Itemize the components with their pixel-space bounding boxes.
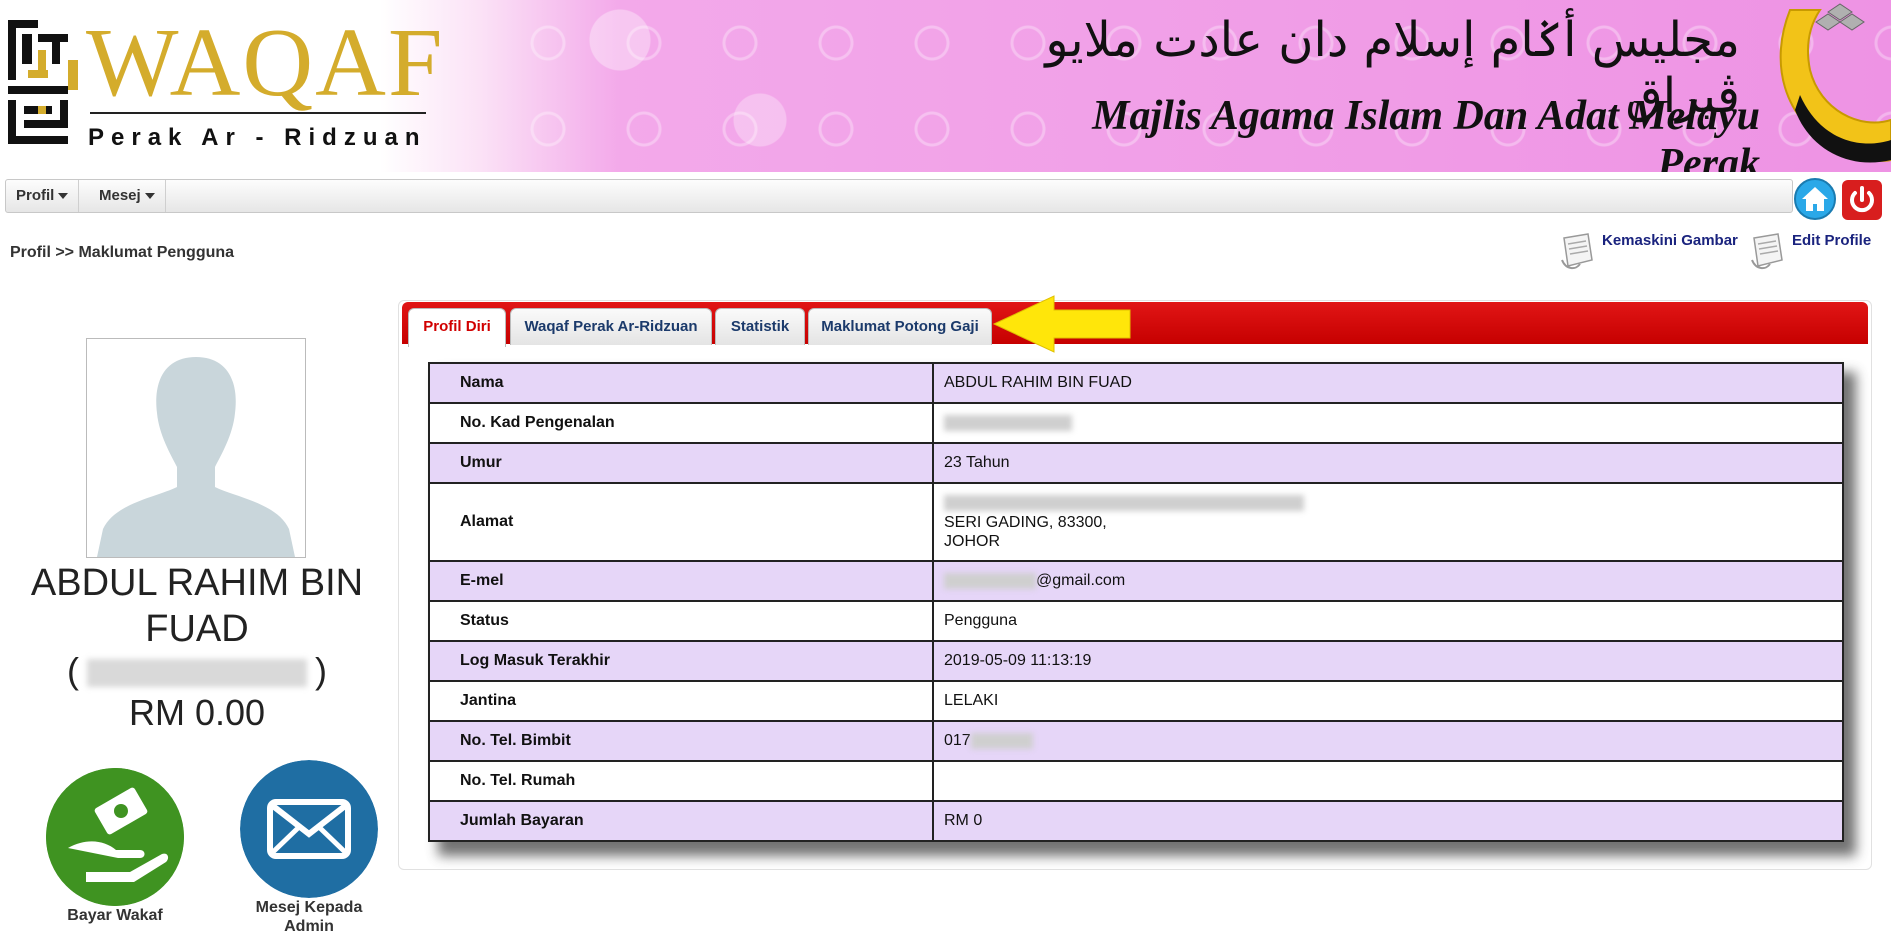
row-label: Jumlah Bayaran: [428, 800, 934, 842]
address-line: JOHOR: [944, 532, 1000, 550]
pay-wakaf-label[interactable]: Bayar Wakaf: [40, 906, 190, 925]
row-label: Log Masuk Terakhir: [428, 640, 934, 682]
row-value: @gmail.com: [932, 560, 1844, 602]
document-icon: [1751, 233, 1783, 270]
table-row: No. Tel. Bimbit 017: [428, 720, 1844, 762]
home-button[interactable]: [1794, 178, 1836, 220]
profile-id-open: (: [67, 650, 79, 691]
logout-button[interactable]: [1842, 180, 1882, 220]
waqaf-logo-icon: [8, 20, 78, 144]
row-label: No. Tel. Rumah: [428, 760, 934, 802]
menu-profil-label: Profil: [16, 187, 55, 204]
perak-emblem-icon: [1779, 3, 1891, 163]
redacted-id: [87, 659, 307, 688]
tab-waqaf-perak[interactable]: Waqaf Perak Ar-Ridzuan: [510, 308, 712, 345]
edit-profile-link[interactable]: Edit Profile: [1792, 232, 1871, 249]
row-label: Status: [428, 600, 934, 642]
tab-statistik[interactable]: Statistik: [715, 308, 805, 345]
profile-details-table: Nama ABDUL RAHIM BIN FUAD No. Kad Pengen…: [428, 362, 1844, 842]
profile-id: (): [0, 650, 394, 692]
tab-profil-diri[interactable]: Profil Diri: [408, 308, 506, 347]
envelope-icon: [240, 760, 378, 898]
row-value: RM 0: [932, 800, 1844, 842]
row-label: No. Kad Pengenalan: [428, 402, 934, 444]
avatar-icon: [87, 339, 305, 557]
row-label: No. Tel. Bimbit: [428, 720, 934, 762]
header-banner: WAQAF Perak Ar - Ridzuan مجليس أݢام إسلا…: [0, 0, 1891, 172]
row-label: Umur: [428, 442, 934, 484]
redacted-email: [944, 572, 1036, 589]
row-value: 23 Tahun: [932, 442, 1844, 484]
table-row: Umur 23 Tahun: [428, 442, 1844, 484]
menu-mesej[interactable]: Mesej: [89, 180, 166, 212]
chevron-down-icon: [58, 193, 69, 200]
breadcrumb: Profil >> Maklumat Pengguna: [10, 244, 235, 261]
table-row: E-mel @gmail.com: [428, 560, 1844, 602]
menu-profil[interactable]: Profil: [6, 180, 80, 212]
menu-bar: Profil Mesej: [5, 179, 1793, 213]
phone-prefix: 017: [944, 732, 971, 749]
row-label: E-mel: [428, 560, 934, 602]
table-row: Alamat SERI GADING, 83300, JOHOR: [428, 482, 1844, 562]
logo-subtitle: Perak Ar - Ridzuan: [88, 124, 427, 151]
organization-name: Majlis Agama Islam Dan Adat Melayu Perak: [1092, 93, 1760, 172]
redacted-phone: [970, 732, 1033, 749]
row-label: Nama: [428, 362, 934, 404]
redacted-ic-number: [944, 414, 1072, 431]
row-label: Alamat: [428, 482, 934, 562]
yellow-arrow-icon: [992, 295, 1131, 353]
row-value: SERI GADING, 83300, JOHOR: [932, 482, 1844, 562]
table-row: Jumlah Bayaran RM 0: [428, 800, 1844, 842]
row-value: 2019-05-09 11:13:19: [932, 640, 1844, 682]
logo-text: WAQAF: [86, 9, 445, 117]
table-row: Status Pengguna: [428, 600, 1844, 642]
table-row: No. Kad Pengenalan: [428, 402, 1844, 444]
pay-wakaf-button[interactable]: [46, 768, 184, 906]
row-value: 017: [932, 720, 1844, 762]
logo-divider: [90, 112, 426, 114]
update-photo-link[interactable]: Kemaskini Gambar: [1602, 232, 1738, 249]
profile-photo: [86, 338, 306, 558]
row-value: [932, 760, 1844, 802]
message-admin-label[interactable]: Mesej Kepada Admin: [234, 898, 384, 936]
row-value: LELAKI: [932, 680, 1844, 722]
row-value: ABDUL RAHIM BIN FUAD: [932, 362, 1844, 404]
row-label: Jantina: [428, 680, 934, 722]
row-value: Pengguna: [932, 600, 1844, 642]
row-value: [932, 402, 1844, 444]
table-row: No. Tel. Rumah: [428, 760, 1844, 802]
address-line: SERI GADING, 83300,: [944, 513, 1107, 531]
message-admin-button[interactable]: [240, 760, 378, 898]
home-icon: [1802, 187, 1828, 211]
power-icon: [1850, 186, 1874, 213]
menu-mesej-label: Mesej: [99, 187, 141, 204]
table-row: Jantina LELAKI: [428, 680, 1844, 722]
redacted-address: [944, 495, 1304, 512]
profile-name: ABDUL RAHIM BIN FUAD: [30, 562, 364, 650]
email-suffix: @gmail.com: [1036, 572, 1126, 589]
table-row: Log Masuk Terakhir 2019-05-09 11:13:19: [428, 640, 1844, 682]
table-row: Nama ABDUL RAHIM BIN FUAD: [428, 362, 1844, 404]
chevron-down-icon: [144, 193, 155, 200]
donate-hand-icon: [46, 768, 184, 906]
tab-maklumat-potong-gaji[interactable]: Maklumat Potong Gaji: [808, 308, 992, 345]
document-icon: [1561, 233, 1593, 270]
profile-id-close: ): [315, 650, 327, 691]
profile-balance: RM 0.00: [128, 692, 266, 733]
